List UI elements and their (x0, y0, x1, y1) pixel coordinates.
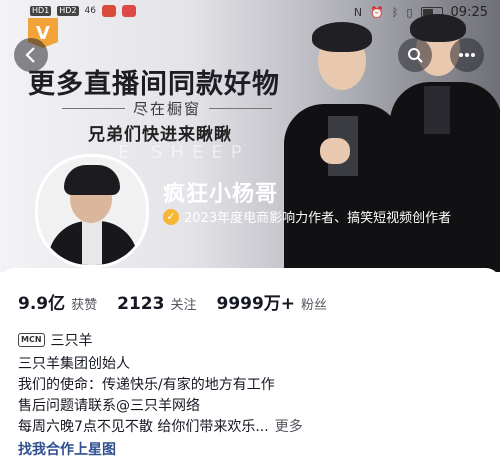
verified-badge-icon: ✓ (163, 208, 179, 225)
app-notification-icon (121, 5, 136, 17)
stat-value: 9.9亿 (18, 294, 66, 314)
bio-line: 每周六晚7点不见不散 给你们带来欢乐... 更多 (18, 417, 488, 438)
stat-value: 9999万+ (216, 294, 296, 314)
promo-headline: 更多直播间同款好物 (28, 69, 280, 100)
signal-text: 46 (84, 6, 96, 16)
chevron-left-icon (25, 47, 35, 63)
back-button[interactable] (14, 38, 48, 72)
search-button[interactable] (398, 38, 432, 72)
divider (209, 107, 273, 109)
hd-indicator: HD1 (30, 6, 52, 16)
bio-line: 售后问题请联系@三只羊网络 (18, 396, 488, 417)
nfc-icon: N (353, 6, 363, 19)
promo-subline-row: 尽在橱窗 (62, 98, 273, 118)
verification-row[interactable]: ✓ 2023年度电商影响力作者、搞笑短视频创作者 (163, 207, 451, 226)
stats-row: 9.9亿 获赞 2123 关注 9999万+ 粉丝 (18, 289, 327, 314)
stat-label: 关注 (170, 298, 197, 313)
mention-link[interactable]: @三只羊网络 (116, 398, 200, 414)
stat-following[interactable]: 2123 关注 (117, 294, 196, 314)
mcn-icon: MCN (18, 333, 45, 347)
divider (62, 107, 125, 109)
stat-likes[interactable]: 9.9亿 获赞 (18, 289, 97, 314)
profile-name: 疯狂小杨哥 (163, 182, 279, 207)
mcn-row[interactable]: MCN 三只羊 (18, 330, 93, 350)
profile-info-card: 9.9亿 获赞 2123 关注 9999万+ 粉丝 MCN 三只羊 三只羊集团创… (0, 268, 500, 461)
verification-text: 2023年度电商影响力作者、搞笑短视频创作者 (184, 211, 452, 226)
promo-subline: 尽在橱窗 (133, 99, 202, 118)
hd-indicator: HD2 (57, 6, 79, 16)
stat-value: 2123 (117, 294, 165, 314)
banner-watermark: E SHEEP (118, 142, 250, 163)
avatar[interactable] (35, 154, 149, 268)
stat-label: 粉丝 (301, 298, 328, 313)
bio-line: 我们的使命：传递快乐/有家的地方有工作 (18, 377, 275, 393)
alarm-icon: ⏰ (370, 6, 384, 19)
expand-more-link[interactable]: 更多 (275, 419, 303, 435)
bio: 三只羊集团创始人 我们的使命：传递快乐/有家的地方有工作 售后问题请联系@三只羊… (18, 354, 488, 438)
app-notification-icon (101, 5, 116, 17)
more-button[interactable] (450, 38, 484, 72)
search-icon (408, 48, 423, 63)
stat-followers[interactable]: 9999万+ 粉丝 (216, 289, 327, 314)
bio-text: 售后问题请联系 (18, 398, 116, 414)
business-cooperation-link[interactable]: 找我合作上星图 (18, 439, 116, 459)
bio-text: 每周六晚7点不见不散 给你们带来欢乐... (18, 419, 269, 435)
stat-label: 获赞 (71, 298, 98, 313)
mcn-name: 三只羊 (50, 333, 93, 349)
more-dots-icon (459, 53, 475, 57)
bio-line: 三只羊集团创始人 (18, 356, 130, 372)
